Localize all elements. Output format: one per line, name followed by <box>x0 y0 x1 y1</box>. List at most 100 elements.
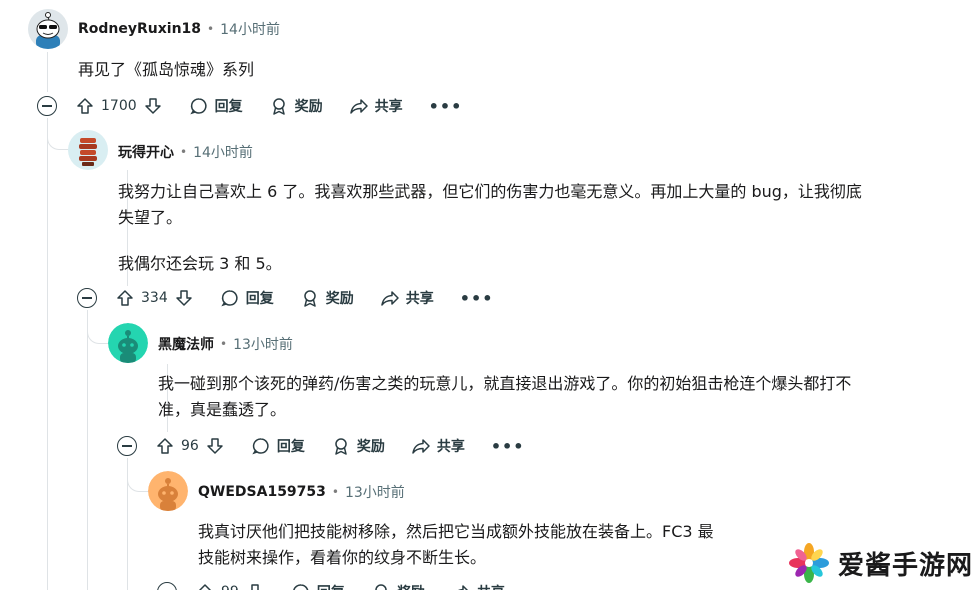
upvote-icon[interactable] <box>75 96 95 116</box>
user-avatar[interactable] <box>108 323 148 363</box>
comment-header: 黑魔法师 • 13小时前 <box>158 334 293 354</box>
separator-dot: • <box>331 485 339 499</box>
username[interactable]: RodneyRuxin18 <box>78 21 201 37</box>
reply-label: 回复 <box>276 439 305 455</box>
comment-header: 玩得开心 • 14小时前 <box>118 142 253 162</box>
reply-label: 回复 <box>214 99 243 115</box>
award-icon <box>303 290 316 307</box>
comment-line: 我偶尔还会玩 3 和 5。 <box>118 254 282 273</box>
reply-button[interactable]: 回复 <box>251 436 305 456</box>
share-button[interactable]: 共享 <box>411 436 465 456</box>
separator-dot: • <box>207 22 215 36</box>
watermark-fade <box>700 508 976 538</box>
share-icon <box>457 585 468 590</box>
comment-bubble-icon <box>292 584 309 590</box>
collapse-button[interactable] <box>37 96 57 116</box>
comment-actions: 99 回复 奖励 共享 <box>157 578 531 590</box>
reply-button[interactable]: 回复 <box>189 96 243 116</box>
vote-count: 334 <box>141 290 168 306</box>
award-button[interactable]: 奖励 <box>371 582 425 590</box>
award-button[interactable]: 奖励 <box>269 96 323 116</box>
downvote-icon[interactable] <box>205 436 225 456</box>
watermark-text: 爱酱手游网 <box>838 550 974 581</box>
snoo-orange-avatar-icon <box>148 471 188 511</box>
collapse-button[interactable] <box>157 582 177 590</box>
share-button[interactable]: 共享 <box>349 96 403 116</box>
comment-bubble-icon <box>189 98 207 115</box>
watermark: 爱酱手游网 <box>776 536 976 590</box>
user-avatar[interactable] <box>28 9 68 49</box>
downvote-icon[interactable] <box>174 288 194 308</box>
username[interactable]: QWEDSA159753 <box>198 484 326 500</box>
reply-label: 回复 <box>317 582 345 590</box>
award-label: 奖励 <box>397 582 425 590</box>
upvote-icon[interactable] <box>115 288 135 308</box>
downvote-icon[interactable] <box>143 96 163 116</box>
share-button[interactable]: 共享 <box>380 288 434 308</box>
award-icon <box>335 438 347 455</box>
separator-dot: • <box>220 337 228 351</box>
more-options-button[interactable]: ••• <box>429 97 463 116</box>
award-label: 奖励 <box>356 439 385 455</box>
username[interactable]: 黑魔法师 <box>158 334 214 354</box>
comment-bubble-icon <box>252 438 269 455</box>
share-button[interactable]: 共享 <box>451 582 505 590</box>
comment-bubble-icon <box>221 290 238 307</box>
more-options-button[interactable]: ••• <box>491 437 525 456</box>
share-label: 共享 <box>436 439 465 455</box>
comment-body: 再见了《孤岛惊魂》系列 <box>78 57 254 83</box>
comment-line: 我一碰到那个该死的弹药/伤害之类的玩意儿，就直接退出游戏了。你的初始狙击枪连个爆… <box>158 374 852 393</box>
thread-elbow <box>47 118 69 150</box>
share-label: 共享 <box>405 291 434 307</box>
timestamp[interactable]: 14小时前 <box>220 19 280 39</box>
vote-group: 334 <box>115 288 194 308</box>
award-icon <box>272 98 285 115</box>
vote-count: 1700 <box>101 98 137 114</box>
separator-dot: • <box>180 145 188 159</box>
vote-count: 99 <box>221 584 239 590</box>
comment-line: 准，真是蠢透了。 <box>158 400 287 419</box>
downvote-icon[interactable] <box>245 582 265 590</box>
comment-body: 我一碰到那个该死的弹药/伤害之类的玩意儿，就直接退出游戏了。你的初始狙击枪连个爆… <box>158 371 948 423</box>
award-label: 奖励 <box>325 291 354 307</box>
timestamp[interactable]: 14小时前 <box>193 142 253 162</box>
more-options-button[interactable]: ••• <box>460 289 494 308</box>
comment-body: 我努力让自己喜欢上 6 了。我喜欢那些武器，但它们的伤害力也毫无意义。再加上大量… <box>118 179 938 277</box>
reply-button[interactable]: 回复 <box>291 582 345 590</box>
reply-label: 回复 <box>245 291 274 307</box>
upvote-icon[interactable] <box>195 582 215 590</box>
comment-header: RodneyRuxin18 • 14小时前 <box>78 19 280 39</box>
vote-group: 1700 <box>75 96 163 116</box>
award-icon <box>375 584 387 590</box>
share-icon <box>349 99 368 114</box>
comment-actions: 96 回复 奖励 共享 ••• <box>117 432 525 460</box>
thread-elbow <box>87 310 109 344</box>
reply-button[interactable]: 回复 <box>220 288 274 308</box>
upvote-icon[interactable] <box>155 436 175 456</box>
share-icon <box>412 439 430 454</box>
user-avatar[interactable] <box>148 471 188 511</box>
user-avatar[interactable] <box>68 130 108 170</box>
comment-line: 再见了《孤岛惊魂》系列 <box>78 60 255 79</box>
thread-line-level-0[interactable] <box>47 52 48 92</box>
vote-group: 96 <box>155 436 225 456</box>
snoo-teal-avatar-icon <box>108 323 148 363</box>
comment-line: 失望了。 <box>118 208 183 227</box>
comment-actions: 1700 回复 奖励 共享 ••• <box>37 92 462 120</box>
collapse-button[interactable] <box>77 288 97 308</box>
collapse-button[interactable] <box>117 436 137 456</box>
share-label: 共享 <box>374 99 403 115</box>
vote-group: 99 <box>195 582 265 590</box>
timestamp[interactable]: 13小时前 <box>233 334 293 354</box>
thread-line-level-1[interactable] <box>87 310 88 590</box>
thread-line-level-0[interactable] <box>47 118 48 590</box>
thread-elbow <box>127 458 149 492</box>
award-button[interactable]: 奖励 <box>300 288 354 308</box>
award-button[interactable]: 奖励 <box>331 436 385 456</box>
share-icon <box>380 291 399 306</box>
tower-avatar-icon <box>68 130 108 170</box>
username[interactable]: 玩得开心 <box>118 142 174 162</box>
award-label: 奖励 <box>294 99 323 115</box>
timestamp[interactable]: 13小时前 <box>345 482 405 502</box>
comment-actions: 334 回复 奖励 共享 ••• <box>77 284 493 312</box>
